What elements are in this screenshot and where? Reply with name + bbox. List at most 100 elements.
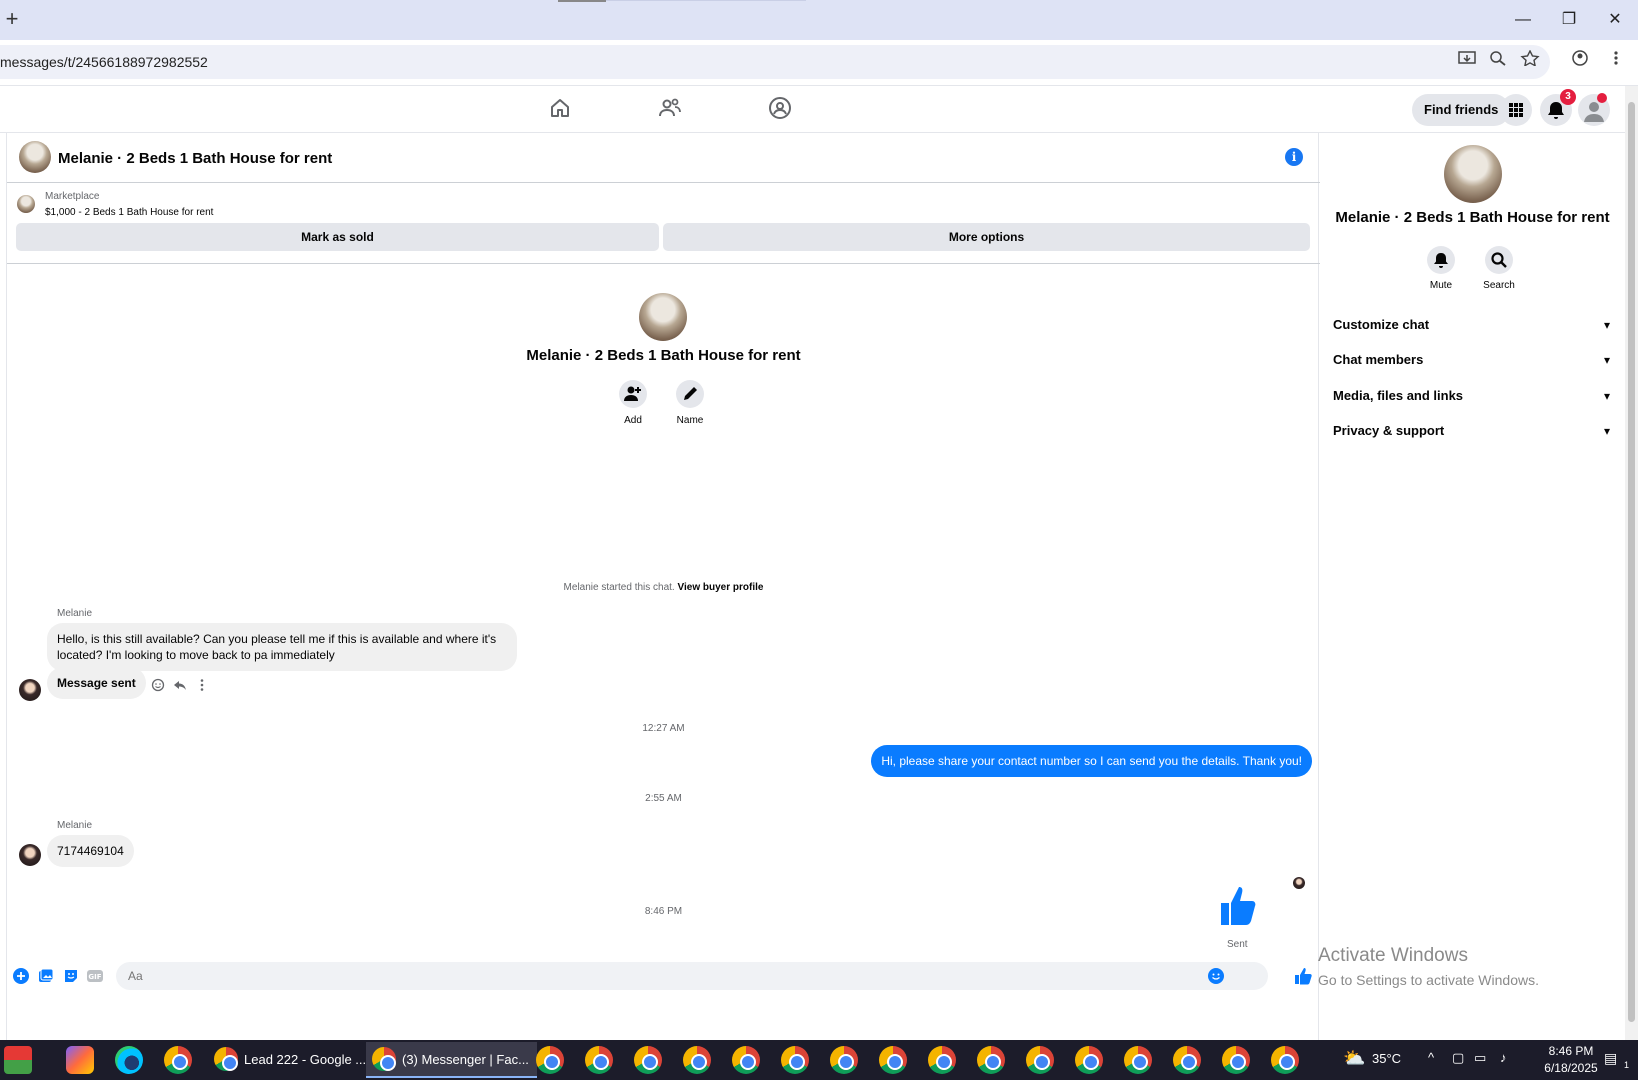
chat-info-panel: Melanie · 2 Beds 1 Bath House for rent M… bbox=[1320, 133, 1625, 1040]
activate-windows-title: Activate Windows bbox=[1318, 945, 1468, 966]
taskbar-task-messenger[interactable]: (3) Messenger | Fac... bbox=[366, 1042, 537, 1078]
network-icon[interactable]: ▭ bbox=[1474, 1050, 1486, 1066]
weather-temp[interactable]: 35°C bbox=[1372, 1051, 1401, 1066]
notification-center-icon[interactable]: ▤ bbox=[1604, 1050, 1617, 1067]
plus-circle-icon[interactable] bbox=[13, 968, 29, 984]
incoming-message[interactable]: Hello, is this still available? Can you … bbox=[47, 623, 517, 671]
friends-icon[interactable] bbox=[658, 96, 682, 120]
widgets-icon[interactable] bbox=[4, 1046, 32, 1074]
minimize-button[interactable]: — bbox=[1508, 8, 1538, 32]
chrome-window-icon[interactable] bbox=[1222, 1046, 1250, 1074]
taskbar-task-lead[interactable]: Lead 222 - Google ... bbox=[208, 1042, 374, 1078]
pencil-icon bbox=[684, 387, 697, 400]
meet-icon[interactable]: ▢ bbox=[1452, 1050, 1464, 1066]
chrome-window-icon[interactable] bbox=[781, 1046, 809, 1074]
chrome-window-icon[interactable] bbox=[928, 1046, 956, 1074]
chrome-window-icon[interactable] bbox=[732, 1046, 760, 1074]
chrome-window-icon[interactable] bbox=[977, 1046, 1005, 1074]
restore-button[interactable]: ❐ bbox=[1554, 8, 1584, 32]
bookmark-star-icon[interactable] bbox=[1520, 50, 1540, 66]
mute-button[interactable] bbox=[1427, 246, 1455, 274]
browser-titlebar: + — ❐ ✕ bbox=[0, 0, 1638, 40]
svg-text:GIF: GIF bbox=[88, 973, 101, 981]
weather-icon[interactable]: ⛅ bbox=[1343, 1048, 1365, 1069]
info-icon[interactable]: i bbox=[1285, 148, 1303, 166]
section-label: Media, files and links bbox=[1333, 388, 1464, 403]
react-icon[interactable] bbox=[151, 678, 165, 692]
chrome-window-icon[interactable] bbox=[536, 1046, 564, 1074]
menu-grid-button[interactable] bbox=[1500, 94, 1532, 126]
profile-icon[interactable] bbox=[1570, 50, 1590, 66]
like-icon[interactable] bbox=[1294, 967, 1312, 985]
find-friends-button[interactable]: Find friends bbox=[1412, 94, 1511, 126]
chrome-window-icon[interactable] bbox=[585, 1046, 613, 1074]
name-chat-button[interactable] bbox=[676, 380, 704, 408]
url-text: messages/t/24566188972982552 bbox=[0, 54, 208, 70]
scroll-thumb[interactable] bbox=[1628, 102, 1635, 1022]
chrome-window-icon[interactable] bbox=[830, 1046, 858, 1074]
chrome-window-icon[interactable] bbox=[1271, 1046, 1299, 1074]
browser-menu-icon[interactable] bbox=[1606, 50, 1626, 66]
new-tab-button[interactable]: + bbox=[2, 6, 22, 32]
chrome-window-icon[interactable] bbox=[879, 1046, 907, 1074]
photo-icon[interactable] bbox=[38, 968, 54, 984]
page-scrollbar[interactable] bbox=[1625, 86, 1638, 1040]
sent-status: Sent bbox=[1227, 939, 1248, 950]
emoji-icon[interactable] bbox=[1208, 968, 1224, 984]
gif-icon[interactable]: GIF bbox=[87, 968, 103, 984]
incoming-message-phone[interactable]: 7174469104 bbox=[47, 835, 134, 867]
thumbs-up-sticker[interactable] bbox=[1217, 883, 1259, 927]
clock-date: 6/18/2025 bbox=[1544, 1061, 1598, 1075]
section-label: Customize chat bbox=[1333, 317, 1430, 332]
chrome-window-icon[interactable] bbox=[1173, 1046, 1201, 1074]
chrome-window-icon[interactable] bbox=[1026, 1046, 1054, 1074]
tab-strip-edge bbox=[606, 0, 806, 1]
reply-icon[interactable] bbox=[173, 678, 187, 692]
tray-overflow-icon[interactable]: ^ bbox=[1428, 1050, 1434, 1065]
chat-members-section[interactable]: Chat members ▾ bbox=[1333, 343, 1616, 377]
chrome-window-icon[interactable] bbox=[1075, 1046, 1103, 1074]
zoom-icon[interactable] bbox=[1488, 50, 1508, 66]
add-people-button[interactable] bbox=[619, 380, 647, 408]
add-label: Add bbox=[624, 415, 642, 426]
close-window-button[interactable]: ✕ bbox=[1600, 8, 1630, 32]
listing-title[interactable]: $1,000 - 2 Beds 1 Bath House for rent bbox=[45, 207, 213, 218]
sticker-icon[interactable] bbox=[63, 968, 79, 984]
customize-chat-section[interactable]: Customize chat ▾ bbox=[1333, 308, 1616, 342]
search-in-chat-button[interactable] bbox=[1485, 246, 1513, 274]
facebook-nav: Find friends 3 bbox=[0, 86, 1638, 133]
chrome-window-icon[interactable] bbox=[683, 1046, 711, 1074]
copilot-icon[interactable] bbox=[66, 1046, 94, 1074]
privacy-support-section[interactable]: Privacy & support ▾ bbox=[1333, 414, 1616, 448]
url-field[interactable]: messages/t/24566188972982552 bbox=[0, 45, 1550, 79]
groups-icon[interactable] bbox=[768, 96, 792, 120]
install-app-icon[interactable] bbox=[1457, 50, 1477, 66]
search-label: Search bbox=[1483, 280, 1515, 291]
outgoing-message[interactable]: Hi, please share your contact number so … bbox=[871, 745, 1312, 777]
home-icon[interactable] bbox=[548, 96, 572, 120]
timestamp: 2:55 AM bbox=[645, 793, 682, 804]
taskbar-clock[interactable]: 8:46 PM 6/18/2025 bbox=[1536, 1043, 1606, 1077]
listing-thumbnail[interactable] bbox=[17, 195, 35, 213]
message-input[interactable] bbox=[116, 962, 1268, 990]
sender-avatar[interactable] bbox=[19, 844, 41, 866]
windows-taskbar: Lead 222 - Google ... (3) Messenger | Fa… bbox=[0, 1040, 1638, 1080]
more-actions-icon[interactable] bbox=[195, 678, 209, 692]
chrome-icon[interactable] bbox=[164, 1046, 192, 1074]
marketplace-bar: Marketplace $1,000 - 2 Beds 1 Bath House… bbox=[7, 183, 1320, 264]
chat-avatar[interactable] bbox=[19, 141, 51, 173]
edge-icon[interactable] bbox=[115, 1046, 143, 1074]
more-options-button[interactable]: More options bbox=[663, 223, 1310, 251]
chrome-window-icon[interactable] bbox=[1124, 1046, 1152, 1074]
chrome-window-icon[interactable] bbox=[634, 1046, 662, 1074]
timestamp: 12:27 AM bbox=[642, 723, 685, 734]
media-files-links-section[interactable]: Media, files and links ▾ bbox=[1333, 379, 1616, 413]
task-label: (3) Messenger | Fac... bbox=[402, 1052, 529, 1067]
sender-avatar[interactable] bbox=[19, 679, 41, 701]
message-sender: Melanie bbox=[57, 608, 93, 619]
chat-title[interactable]: Melanie · 2 Beds 1 Bath House for rent bbox=[58, 150, 332, 167]
mark-as-sold-button[interactable]: Mark as sold bbox=[16, 223, 659, 251]
incoming-message-2[interactable]: Message sent bbox=[47, 667, 146, 699]
view-buyer-profile-link[interactable]: View buyer profile bbox=[678, 582, 764, 593]
volume-icon[interactable]: ♪ bbox=[1500, 1050, 1507, 1065]
